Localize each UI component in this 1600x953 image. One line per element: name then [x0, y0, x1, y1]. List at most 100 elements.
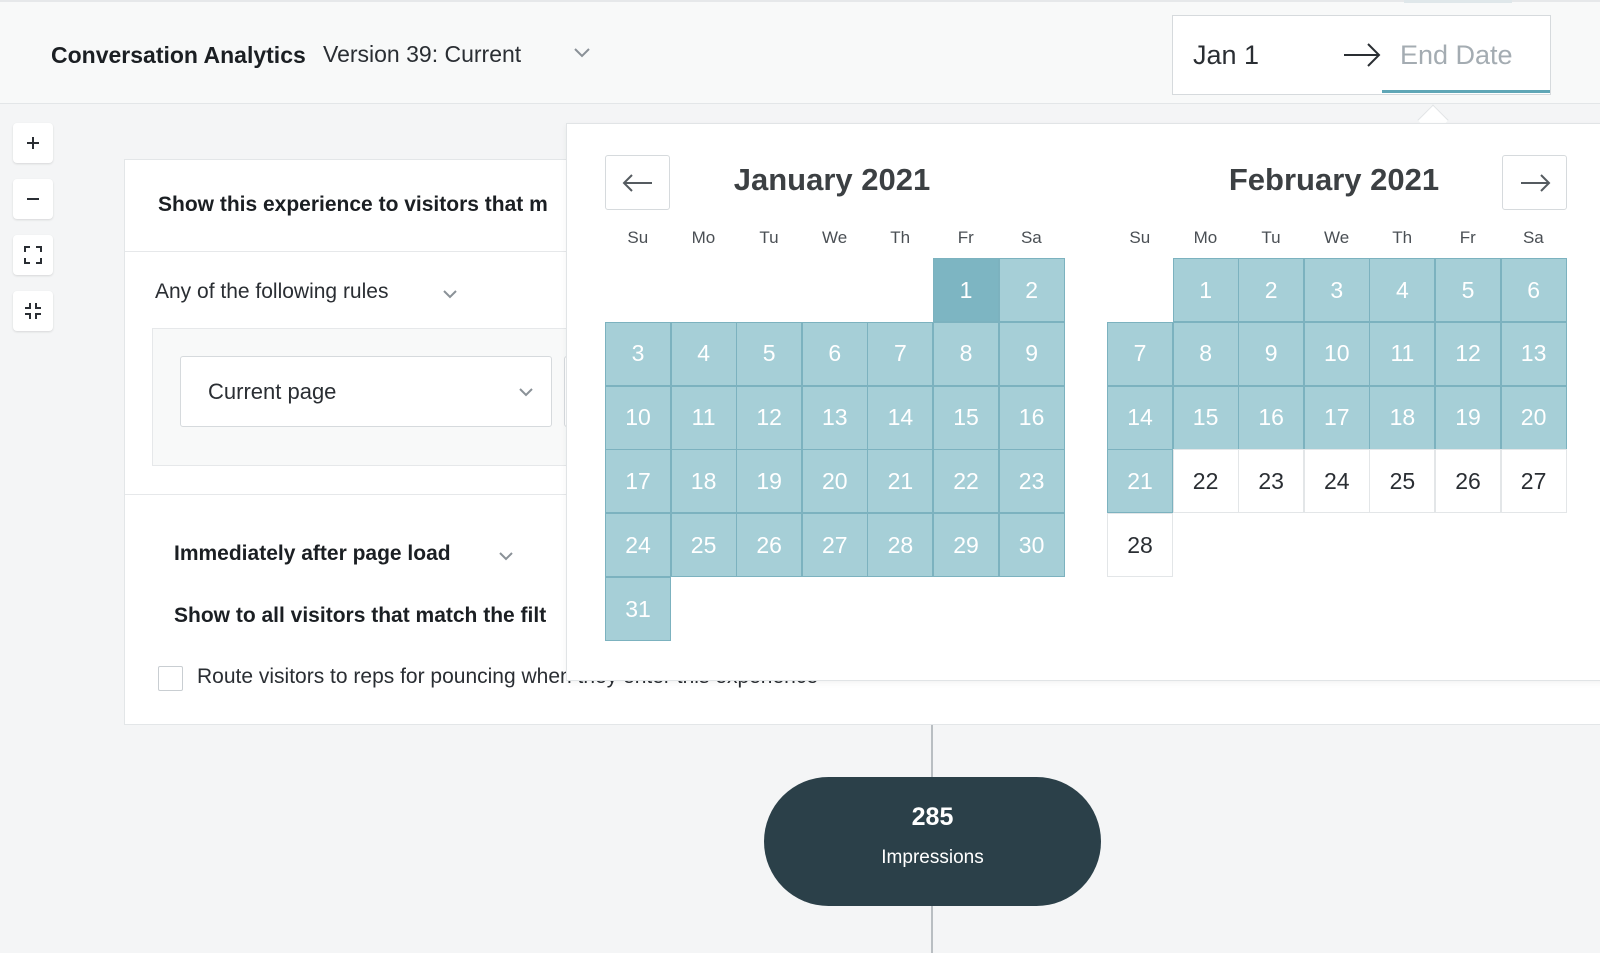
zoom-in-button[interactable] — [13, 123, 53, 163]
calendar-day[interactable]: 28 — [1107, 513, 1173, 578]
month-february: Su Mo Tu We Th Fr Sa 1 2 3 4 5 6 7 8 9 10 11 12 13 14 15 16 17… — [1107, 228, 1567, 578]
collapse-icon — [25, 303, 41, 319]
calendar-day[interactable]: 9 — [998, 321, 1065, 386]
calendar-day[interactable]: 4 — [670, 321, 737, 386]
calendar-day[interactable]: 5 — [736, 321, 803, 386]
calendar-day[interactable]: 18 — [1369, 385, 1436, 450]
weekday-label: Fr — [1459, 228, 1476, 247]
calendar-day[interactable]: 25 — [670, 513, 737, 578]
app-title: Conversation Analytics — [51, 42, 306, 68]
weekday-label: Th — [890, 228, 911, 247]
next-month-button[interactable] — [1502, 155, 1567, 210]
calendar-day[interactable]: 2 — [1238, 258, 1305, 322]
weekday-label: Tu — [1261, 228, 1281, 247]
arrow-right-icon — [1344, 43, 1381, 67]
chevron-down-icon — [519, 388, 533, 397]
calendar-day[interactable]: 14 — [867, 385, 934, 450]
page-select[interactable]: Current page — [180, 356, 552, 427]
timing-select[interactable]: Immediately after page load — [174, 542, 451, 566]
calendar-day[interactable]: 29 — [933, 513, 999, 578]
calendar-day[interactable]: 11 — [670, 385, 737, 450]
calendar-day[interactable]: 23 — [1238, 449, 1305, 514]
chevron-down-icon[interactable] — [441, 288, 459, 300]
calendar-day[interactable]: 4 — [1369, 258, 1436, 322]
tab-indicator — [1404, 0, 1512, 3]
calendar-day[interactable]: 8 — [1172, 321, 1239, 386]
calendar-day[interactable]: 10 — [1303, 321, 1370, 386]
top-header: Conversation Analytics Version 39: Curre… — [0, 0, 1600, 104]
calendar-day[interactable]: 20 — [801, 449, 868, 514]
month-title-left: January 2021 — [733, 162, 931, 197]
calendar-day[interactable]: 16 — [998, 385, 1065, 450]
calendar-day[interactable]: 5 — [1435, 258, 1501, 322]
start-date-input[interactable]: Jan 1 — [1193, 40, 1259, 71]
calendar-day[interactable]: 16 — [1238, 385, 1305, 450]
calendar-day[interactable]: 1 — [1172, 258, 1239, 322]
weekday-label: We — [821, 228, 848, 247]
weekday-label: Tu — [759, 228, 779, 247]
calendar-day[interactable]: 17 — [1303, 385, 1370, 450]
calendar-day[interactable]: 28 — [867, 513, 934, 578]
weekday-label: We — [1323, 228, 1350, 247]
date-range-picker[interactable]: Jan 1 End Date — [1172, 15, 1551, 95]
calendar-day[interactable]: 3 — [1303, 258, 1370, 322]
calendar-day[interactable]: 13 — [1500, 321, 1567, 386]
calendar-day[interactable]: 24 — [1303, 449, 1370, 514]
minus-icon — [27, 198, 39, 200]
calendar-day[interactable]: 13 — [801, 385, 868, 450]
calendar-day[interactable]: 2 — [998, 258, 1065, 322]
calendar-day[interactable]: 25 — [1369, 449, 1436, 514]
calendar-day[interactable]: 1 — [933, 258, 999, 322]
weekday-header: Su Mo Tu We Th Fr Sa — [605, 228, 1064, 252]
calendar-day[interactable]: 21 — [1107, 449, 1173, 514]
calendar-day[interactable]: 6 — [801, 321, 868, 386]
chevron-down-icon[interactable] — [497, 550, 515, 562]
calendar-day[interactable]: 7 — [1107, 321, 1173, 386]
calendar-day[interactable]: 20 — [1500, 385, 1567, 450]
calendar-day[interactable]: 12 — [736, 385, 803, 450]
fit-screen-button[interactable] — [13, 235, 53, 275]
calendar-day[interactable]: 19 — [736, 449, 803, 514]
calendar-day[interactable]: 30 — [998, 513, 1065, 578]
calendar-day[interactable]: 9 — [1238, 321, 1305, 386]
weekday-label: Su — [1129, 228, 1151, 247]
calendar-day[interactable]: 17 — [605, 449, 671, 514]
weekday-label: Mo — [691, 228, 716, 247]
calendar-day[interactable]: 26 — [736, 513, 803, 578]
calendar-day[interactable]: 12 — [1435, 321, 1501, 386]
calendar-day[interactable]: 8 — [933, 321, 999, 386]
route-visitors-checkbox[interactable] — [158, 666, 183, 691]
rules-select[interactable]: Any of the following rules — [155, 280, 388, 304]
calendar-day[interactable]: 22 — [1172, 449, 1239, 514]
calendar-day[interactable]: 3 — [605, 321, 671, 386]
zoom-out-button[interactable] — [13, 179, 53, 219]
end-date-input[interactable]: End Date — [1400, 40, 1513, 71]
calendar-day[interactable]: 27 — [801, 513, 868, 578]
calendar-day[interactable]: 22 — [933, 449, 999, 514]
date-picker-popover: January 2021 February 2021 Su Mo Tu We Th Fr S… — [566, 123, 1600, 681]
calendar-day[interactable]: 7 — [867, 321, 934, 386]
calendar-day[interactable]: 26 — [1435, 449, 1501, 514]
calendar-day[interactable]: 15 — [933, 385, 999, 450]
chevron-down-icon[interactable] — [572, 46, 592, 60]
weekday-label: Sa — [1522, 228, 1544, 247]
collapse-button[interactable] — [13, 291, 53, 331]
version-select[interactable]: Version 39: Current — [323, 41, 521, 68]
calendar-day[interactable]: 27 — [1500, 449, 1567, 514]
weekday-label: Sa — [1020, 228, 1042, 247]
calendar-day[interactable]: 23 — [998, 449, 1065, 514]
prev-month-button[interactable] — [605, 155, 670, 210]
calendar-day[interactable]: 14 — [1107, 385, 1173, 450]
calendar-day[interactable]: 15 — [1172, 385, 1239, 450]
calendar-day[interactable]: 10 — [605, 385, 671, 450]
calendar-day[interactable]: 19 — [1435, 385, 1501, 450]
calendar-day[interactable]: 11 — [1369, 321, 1436, 386]
calendar-day[interactable]: 31 — [605, 577, 671, 641]
calendar-day[interactable]: 21 — [867, 449, 934, 514]
flow-connector — [931, 906, 933, 953]
calendar-day[interactable]: 24 — [605, 513, 671, 578]
calendar-day[interactable]: 18 — [670, 449, 737, 514]
impressions-node[interactable]: 285 Impressions — [764, 777, 1101, 906]
calendar-day[interactable]: 6 — [1500, 258, 1567, 322]
weekday-label: Mo — [1193, 228, 1218, 247]
